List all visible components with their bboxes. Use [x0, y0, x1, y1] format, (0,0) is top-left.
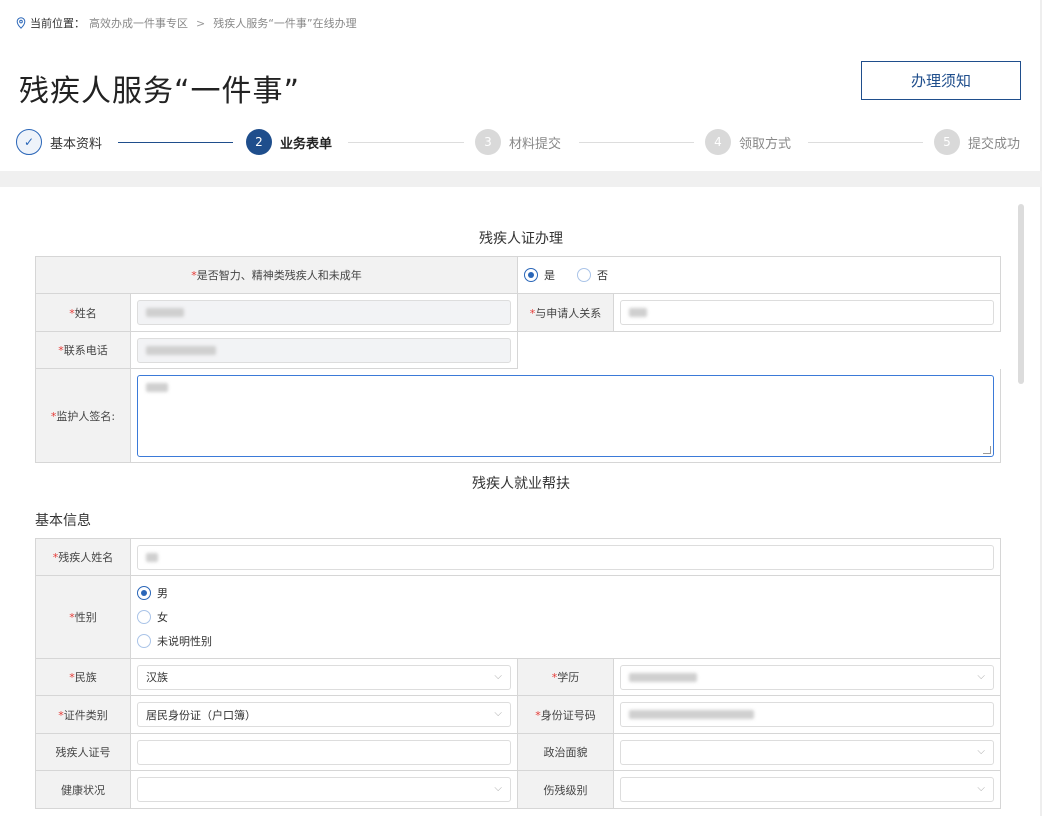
employment-form-table: *残疾人姓名 *性别 男 女 未说明性别 *民族 汉族 ⌵ *学历 ⌵ *证件类别…: [35, 538, 1002, 809]
step-number: 2: [246, 129, 272, 155]
step-label: 领取方式: [739, 136, 792, 152]
gender-radio-group: 男 女 未说明性别: [137, 579, 994, 655]
disability-level-select[interactable]: ⌵: [620, 777, 995, 802]
radio-yes[interactable]: 是: [524, 267, 555, 283]
chevron-down-icon: ⌵: [494, 708, 502, 719]
field-label: *民族: [35, 658, 131, 696]
radio-no[interactable]: 否: [577, 267, 608, 283]
check-icon: ✓: [16, 129, 42, 155]
step-basic-info[interactable]: ✓ 基本资料: [16, 129, 102, 155]
field-label: *证件类别: [35, 695, 131, 734]
field-label: *与申请人关系: [517, 293, 614, 332]
employment-section-title: 残疾人就业帮扶: [472, 476, 570, 492]
ethnicity-select[interactable]: 汉族 ⌵: [137, 664, 511, 690]
step-pickup[interactable]: 4 领取方式: [705, 129, 791, 155]
notice-button[interactable]: 办理须知: [861, 61, 1021, 100]
chevron-down-icon: ⌵: [977, 745, 986, 757]
phone-input[interactable]: [137, 337, 511, 363]
step-connector: [118, 142, 233, 143]
step-label: 业务表单: [280, 136, 333, 152]
resize-handle-icon[interactable]: [983, 445, 991, 454]
breadcrumb-item-zone[interactable]: 高效办成一件事专区: [89, 15, 188, 31]
radio-checked-icon: [137, 586, 151, 600]
radio-empty-icon: [577, 268, 591, 282]
breadcrumb: 当前位置： 高效办成一件事专区 > 残疾人服务“一件事”在线办理: [16, 15, 357, 31]
breadcrumb-prefix: 当前位置：: [30, 17, 85, 30]
name-input[interactable]: [137, 300, 511, 325]
step-label: 材料提交: [509, 136, 562, 152]
cert-form-table: *是否智力、精神类残疾人和未成年 是 否 *姓名 *与申请人关系 *联系电话 *…: [35, 256, 1001, 463]
step-connector: [808, 142, 923, 143]
radio-checked-icon: [524, 268, 538, 282]
radio-unspecified[interactable]: 未说明性别: [137, 633, 994, 649]
step-connector: [348, 142, 464, 143]
health-select[interactable]: ⌵: [137, 777, 511, 802]
field-label: *是否智力、精神类残疾人和未成年: [35, 256, 518, 294]
field-label: 残疾人证号: [35, 733, 131, 771]
step-done[interactable]: 5 提交成功: [934, 129, 1020, 155]
education-select[interactable]: ⌵: [620, 664, 995, 690]
step-number: 3: [475, 129, 501, 155]
breadcrumb-separator: >: [196, 16, 206, 30]
radio-empty-icon: [137, 634, 151, 648]
radio-male[interactable]: 男: [137, 585, 994, 601]
step-label: 提交成功: [968, 136, 1021, 152]
disability-cert-input[interactable]: [137, 739, 511, 765]
step-connector: [579, 142, 694, 143]
step-number: 5: [934, 129, 960, 155]
political-select[interactable]: ⌵: [620, 739, 995, 765]
chevron-down-icon: ⌵: [977, 783, 986, 794]
guardian-signature-textarea[interactable]: [137, 374, 994, 457]
step-number: 4: [705, 129, 731, 155]
id-type-select[interactable]: 居民身份证（户口簿） ⌵: [137, 702, 511, 727]
field-label: 健康状况: [35, 770, 131, 809]
radio-empty-icon: [137, 610, 151, 624]
chevron-down-icon: ⌵: [977, 670, 986, 682]
field-label: 伤残级别: [517, 770, 614, 809]
section-divider: [0, 171, 1042, 187]
field-label: *学历: [517, 658, 614, 696]
cert-section-title: 残疾人证办理: [479, 231, 563, 247]
field-label: *身份证号码: [517, 695, 614, 734]
field-label: *残疾人姓名: [35, 538, 131, 576]
page-title: 残疾人服务“一件事”: [19, 74, 301, 109]
id-number-input[interactable]: [620, 702, 995, 727]
empty-cell: [517, 331, 1001, 369]
intellectual-radio-group: 是 否: [517, 256, 1001, 294]
step-business-form[interactable]: 2 业务表单: [246, 129, 332, 155]
field-label: *监护人签名:: [35, 368, 131, 463]
chevron-down-icon: ⌵: [494, 670, 502, 682]
chevron-down-icon: ⌵: [494, 783, 502, 794]
step-label: 基本资料: [50, 136, 103, 152]
field-label: *联系电话: [35, 331, 131, 369]
location-pin-icon: [16, 17, 26, 29]
field-label: *性别: [35, 575, 131, 659]
radio-female[interactable]: 女: [137, 609, 994, 625]
breadcrumb-item-current: 残疾人服务“一件事”在线办理: [213, 17, 357, 30]
disabled-name-input[interactable]: [137, 544, 995, 570]
field-label: *姓名: [35, 293, 131, 332]
step-progress: ✓ 基本资料 2 业务表单 3 材料提交 4 领取方式 5 提交成功: [16, 129, 1026, 157]
step-materials[interactable]: 3 材料提交: [475, 129, 561, 155]
basic-info-subhead: 基本信息: [35, 513, 91, 529]
relation-input[interactable]: [620, 300, 994, 325]
field-label: 政治面貌: [517, 733, 614, 771]
